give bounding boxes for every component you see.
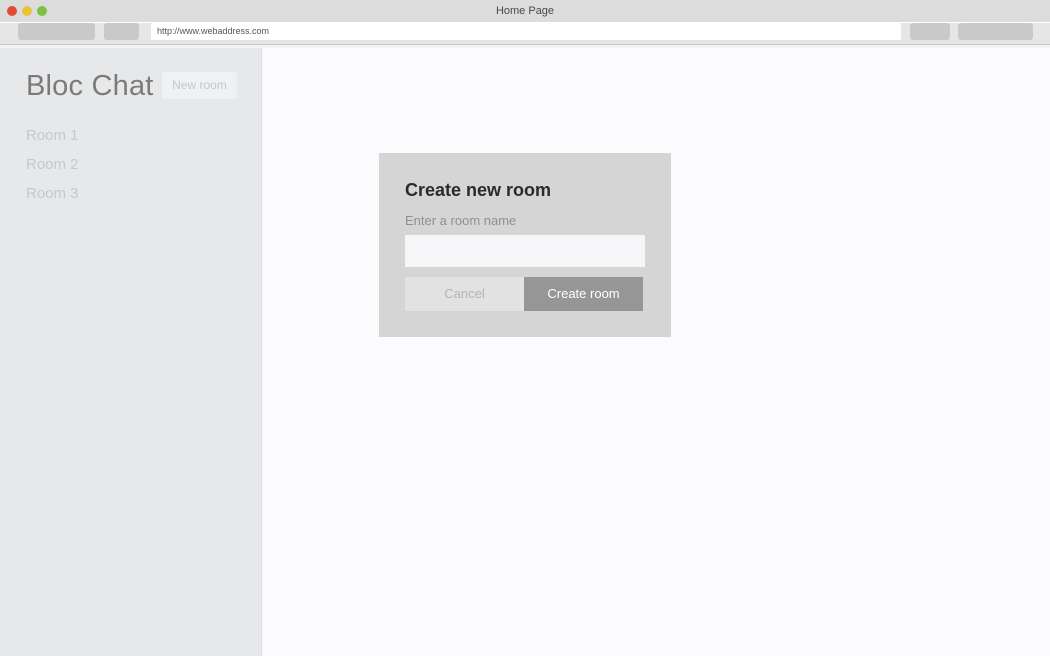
toolbar-button-1[interactable]: [910, 23, 950, 40]
forward-button[interactable]: [104, 23, 139, 40]
page-body: Bloc Chat New room Room 1 Room 2 Room 3 …: [0, 48, 1050, 656]
new-room-button[interactable]: New room: [162, 72, 237, 99]
browser-window: Home Page http://www.webaddress.com Bloc…: [0, 0, 1050, 656]
create-room-button[interactable]: Create room: [524, 277, 643, 311]
room-name-input[interactable]: [405, 235, 645, 267]
modal-actions: Cancel Create room: [405, 277, 643, 311]
modal-title: Create new room: [405, 180, 552, 200]
create-room-modal: Create new room Enter a room name Cancel…: [379, 153, 671, 337]
sidebar-header: Bloc Chat New room: [0, 70, 262, 110]
main-content: Create new room Enter a room name Cancel…: [263, 48, 1050, 656]
room-list-item[interactable]: Room 1: [0, 121, 262, 150]
back-button[interactable]: [18, 23, 95, 40]
room-list-item[interactable]: Room 3: [0, 179, 262, 208]
sidebar: Bloc Chat New room Room 1 Room 2 Room 3: [0, 48, 262, 656]
window-title: Home Page: [495, 5, 555, 17]
room-name-label: Enter a room name: [405, 213, 517, 228]
url-input[interactable]: http://www.webaddress.com: [151, 23, 901, 40]
app-brand-title: Bloc Chat: [26, 70, 154, 102]
room-list-item[interactable]: Room 2: [0, 150, 262, 179]
room-list: Room 1 Room 2 Room 3: [0, 121, 262, 208]
cancel-button[interactable]: Cancel: [405, 277, 524, 311]
window-title-bar: Home Page: [0, 0, 1050, 22]
toolbar-button-2[interactable]: [958, 23, 1033, 40]
